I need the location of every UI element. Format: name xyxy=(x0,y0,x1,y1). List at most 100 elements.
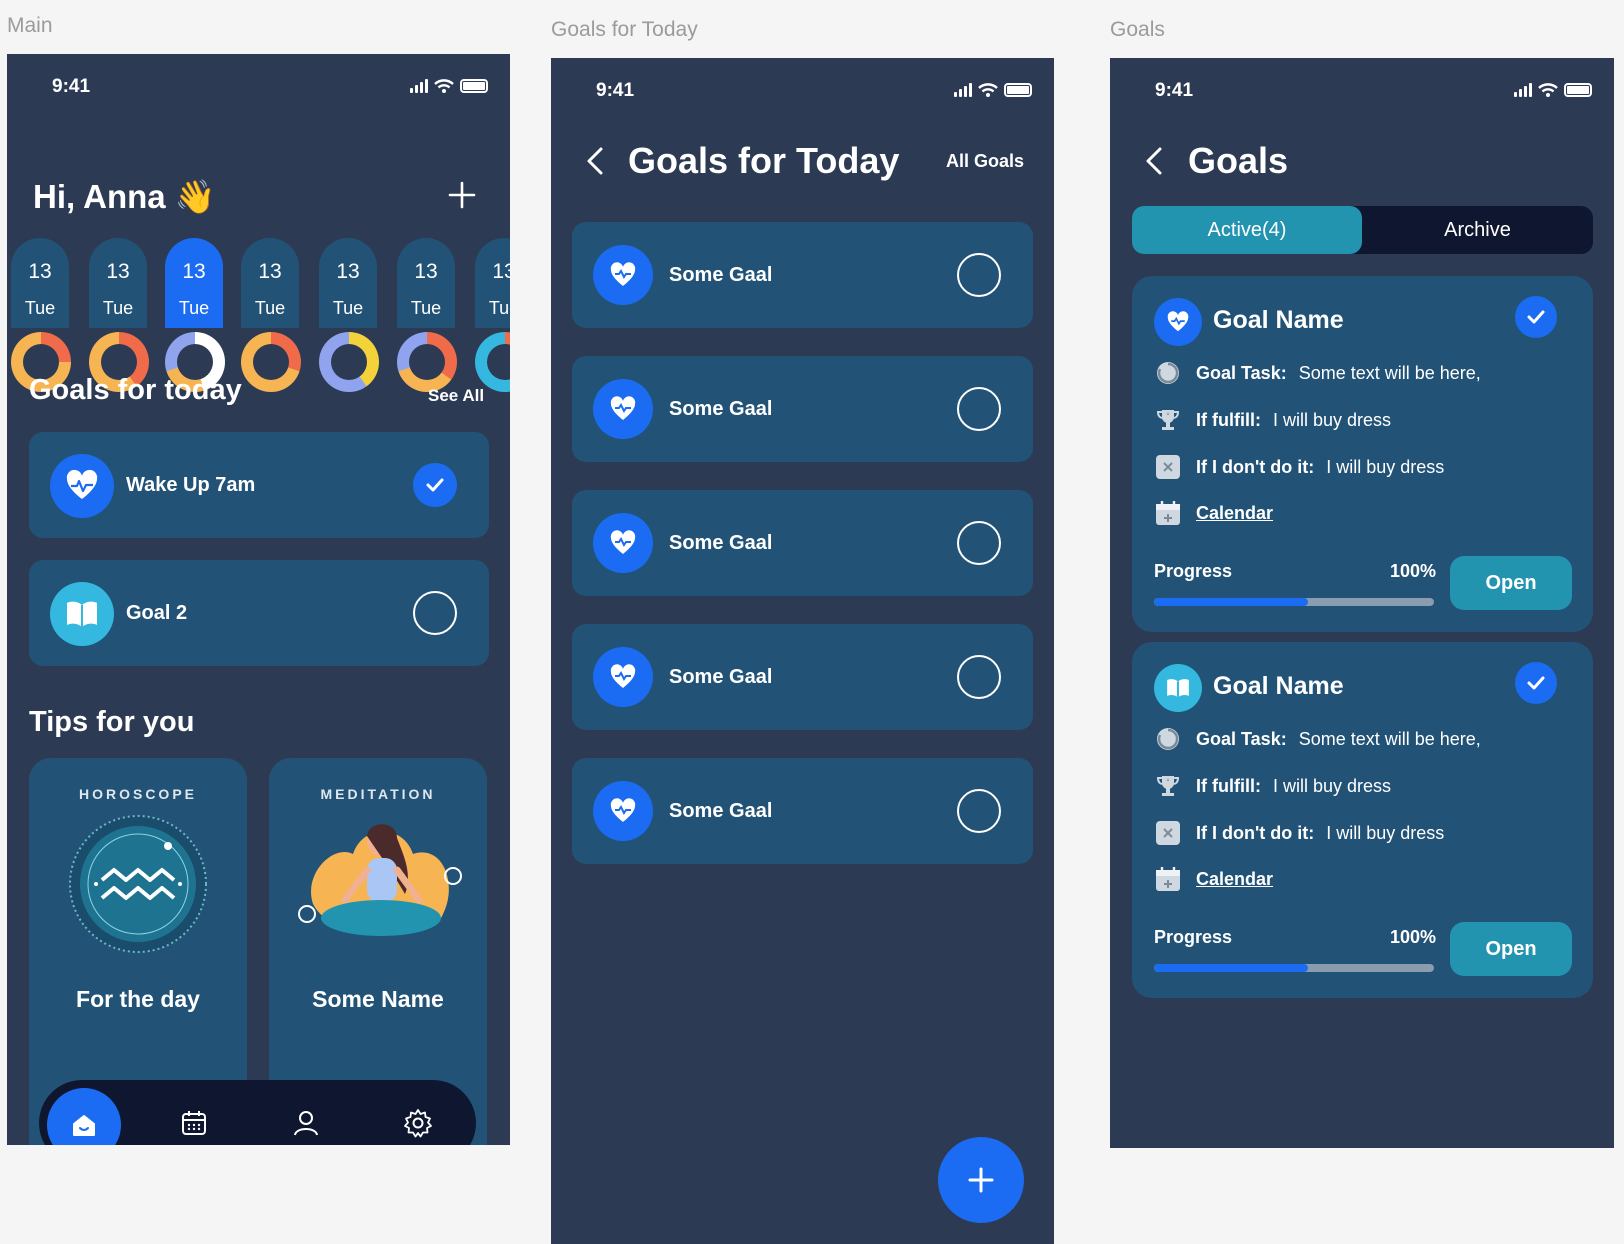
goal-fail-label: If I don't do it: xyxy=(1196,456,1315,477)
heart-icon xyxy=(593,647,653,707)
progress-fill xyxy=(1154,964,1308,972)
progress-fill xyxy=(1154,598,1308,606)
profile-icon[interactable] xyxy=(291,1108,321,1138)
goal-fail-row: If I don't do it: I will buy dress xyxy=(1154,818,1444,848)
goal-name: Goal Name xyxy=(1213,672,1344,700)
settings-icon[interactable] xyxy=(403,1108,433,1138)
day-number: 13 xyxy=(492,260,510,283)
goal-card[interactable]: Wake Up 7am xyxy=(29,432,489,538)
meditation-icon xyxy=(298,824,462,936)
goal-item[interactable]: Some Gaal xyxy=(572,222,1033,328)
goal-name: Goal Name xyxy=(1213,306,1344,334)
all-goals-link[interactable]: All Goals xyxy=(946,151,1024,172)
status-bar: 9:41 xyxy=(551,80,1054,104)
progress-bar xyxy=(1154,598,1434,606)
main-screen: 9:41 Hi, Anna 👋 13 Tue 13 Tue 13 Tue 13 Tue … xyxy=(7,54,510,1145)
add-goal-button[interactable] xyxy=(938,1137,1024,1223)
goal-fulfill-label: If fulfill: xyxy=(1196,775,1261,796)
battery-icon xyxy=(1004,83,1032,97)
back-arrow-icon[interactable] xyxy=(1144,146,1164,176)
unchecked-circle[interactable] xyxy=(957,789,1001,833)
progress-label: Progress xyxy=(1154,561,1233,581)
progress-bar xyxy=(1154,964,1434,972)
tab-archive[interactable]: Archive xyxy=(1362,206,1593,254)
heart-icon xyxy=(1154,298,1202,346)
unchecked-circle[interactable] xyxy=(413,591,457,635)
signal-icon xyxy=(954,83,972,97)
day-weekday: Tue xyxy=(102,298,134,318)
calendar-link[interactable]: Calendar xyxy=(1196,503,1273,524)
goal-fulfill-label: If fulfill: xyxy=(1196,409,1261,430)
calendar-link[interactable]: Calendar xyxy=(1196,869,1273,890)
wave-icon: 👋 xyxy=(174,178,216,215)
greeting: Hi, Anna 👋 xyxy=(33,178,216,217)
aquarius-icon xyxy=(69,815,207,953)
goal-task-label: Goal Task: xyxy=(1196,728,1287,749)
back-arrow-icon[interactable] xyxy=(585,146,605,176)
goal-name: Some Gaal xyxy=(669,264,773,286)
goal-name: Some Gaal xyxy=(669,398,773,420)
signal-icon xyxy=(410,79,428,93)
calendar-add-icon xyxy=(1154,865,1182,893)
goal-name: Goal 2 xyxy=(126,602,188,624)
open-button[interactable]: Open xyxy=(1450,556,1572,610)
day-chip[interactable]: 13 Tue xyxy=(11,238,69,328)
status-time: 9:41 xyxy=(1155,80,1194,101)
nav-home-button[interactable] xyxy=(47,1088,121,1145)
plus-icon xyxy=(968,1167,994,1193)
frame-label-goals: Goals xyxy=(1110,18,1165,41)
calendar-add-icon xyxy=(1154,499,1182,527)
timer-icon xyxy=(1154,725,1182,753)
day-weekday: Tue xyxy=(332,298,364,318)
tip-caption: Some Name xyxy=(312,986,444,1012)
day-chip[interactable]: 13 Tue xyxy=(319,238,377,328)
goal-calendar-row: Calendar xyxy=(1154,498,1273,528)
add-icon[interactable] xyxy=(447,180,477,210)
open-button[interactable]: Open xyxy=(1450,922,1572,976)
checkmark-icon[interactable] xyxy=(413,463,457,507)
day-chip[interactable]: 13 Tue xyxy=(241,238,299,328)
day-chip[interactable]: 13 Tue xyxy=(475,238,510,328)
goal-tabs: Active(4) Archive xyxy=(1132,206,1593,254)
battery-icon xyxy=(460,79,488,93)
day-number: 13 xyxy=(106,260,130,283)
unchecked-circle[interactable] xyxy=(957,521,1001,565)
tip-category: HOROSCOPE xyxy=(78,786,197,802)
goal-name: Wake Up 7am xyxy=(126,474,256,496)
status-time: 9:41 xyxy=(596,80,635,101)
goal-fulfill-row: If fulfill: I will buy dress xyxy=(1154,771,1391,801)
goal-task-label: Goal Task: xyxy=(1196,362,1287,383)
progress-donut xyxy=(241,332,301,392)
day-chip[interactable]: 13 Tue xyxy=(397,238,455,328)
goal-task-value: Some text will be here, xyxy=(1298,362,1481,383)
unchecked-circle[interactable] xyxy=(957,387,1001,431)
tab-active[interactable]: Active(4) xyxy=(1132,206,1362,254)
wifi-icon xyxy=(1538,83,1558,97)
page-title: Goals for Today xyxy=(628,140,900,181)
close-box-icon xyxy=(1154,819,1182,847)
unchecked-circle[interactable] xyxy=(957,253,1001,297)
greeting-text: Hi, Anna xyxy=(33,178,166,215)
progress-value: 100% xyxy=(1390,561,1437,581)
signal-icon xyxy=(1514,83,1532,97)
heart-icon xyxy=(50,454,114,518)
goal-item[interactable]: Some Gaal xyxy=(572,356,1033,462)
see-all-link[interactable]: See All xyxy=(428,386,484,406)
home-icon xyxy=(73,1115,95,1136)
unchecked-circle[interactable] xyxy=(957,655,1001,699)
goal-item[interactable]: Some Gaal xyxy=(572,624,1033,730)
battery-icon xyxy=(1564,83,1592,97)
day-chip[interactable]: 13 Tue xyxy=(89,238,147,328)
checkmark-icon[interactable] xyxy=(1515,296,1557,338)
day-chip-selected[interactable]: 13 Tue xyxy=(165,238,223,328)
goal-name: Some Gaal xyxy=(669,800,773,822)
calendar-icon[interactable] xyxy=(179,1108,209,1138)
goal-task-row: Goal Task: Some text will be here, xyxy=(1154,724,1481,754)
goal-item[interactable]: Some Gaal xyxy=(572,758,1033,864)
goal-item[interactable]: Some Gaal xyxy=(572,490,1033,596)
goal-calendar-row: Calendar xyxy=(1154,864,1273,894)
checkmark-icon[interactable] xyxy=(1515,662,1557,704)
day-weekday: Tue xyxy=(410,298,442,318)
goal-card[interactable]: Goal 2 xyxy=(29,560,489,666)
progress-label: Progress xyxy=(1154,927,1233,947)
